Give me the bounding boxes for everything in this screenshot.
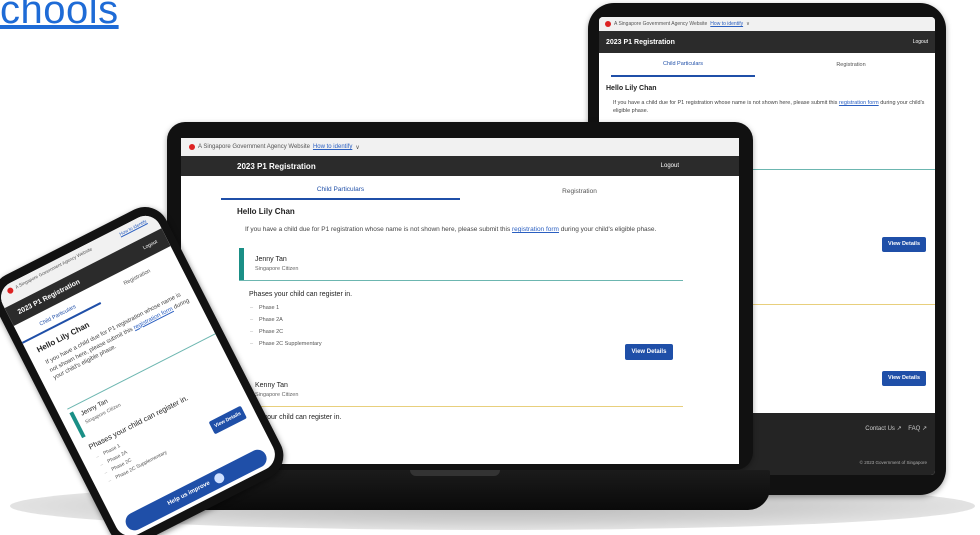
divider [239,406,683,407]
view-details-button[interactable]: View Details [882,237,926,252]
logout-link[interactable]: Logout [142,239,158,251]
app-title: 2023 P1 Registration [237,161,316,171]
note-text: If you have a child due for P1 registrat… [613,100,839,106]
logout-link[interactable]: Logout [913,39,928,45]
child-status: Singapore Citizen [255,266,299,272]
tab-bar: Child Particulars Registration [221,176,699,200]
child-status: Singapore Citizen [255,392,299,398]
lion-head-icon [6,286,15,295]
registration-form-link[interactable]: registration form [839,100,879,106]
how-to-identify-link[interactable]: How to identify [118,219,147,237]
logout-link[interactable]: Logout [661,163,679,169]
faq-link[interactable]: FAQ ↗ [908,426,927,432]
phase-item: Phase 2C [250,329,283,335]
gov-banner-text: A Singapore Government Agency Website [614,21,708,27]
child-card: Kenny Tan Singapore Citizen hases your c… [239,374,683,464]
copyright-text: © 2023 Government of Singapore [859,460,927,465]
greeting: Hello Lily Chan [237,207,295,216]
tab-child-particulars[interactable]: Child Particulars [611,53,755,77]
lion-head-icon [605,21,611,27]
gov-banner: A Singapore Government Agency Website Ho… [181,138,739,156]
view-details-button[interactable]: View Details [882,371,926,386]
lion-head-icon [189,144,195,150]
chevron-down-icon: ∨ [355,144,360,151]
phase-item: Phase 2A [250,317,283,323]
child-card-accent [239,248,244,280]
view-details-button[interactable]: View Details [208,405,247,435]
registration-note: If you have a child due for P1 registrat… [245,225,739,234]
tab-registration[interactable]: Registration [779,54,923,76]
tab-registration[interactable]: Registration [460,188,699,200]
child-name: Jenny Tan [255,256,287,263]
laptop-notch [410,470,500,476]
feedback-icon [212,471,227,485]
tab-child-particulars[interactable]: Child Particulars [221,186,460,200]
chevron-down-icon: ∨ [746,21,750,27]
contact-us-link[interactable]: Contact Us ↗ [865,426,901,432]
gov-banner: A Singapore Government Agency Website Ho… [599,17,935,31]
child-name: Kenny Tan [255,382,288,389]
gov-banner-text: A Singapore Government Agency Website [198,144,310,150]
app-title: 2023 P1 Registration [606,38,675,46]
registration-form-link[interactable]: registration form [512,226,559,233]
child-card: Jenny Tan Singapore Citizen Phases your … [239,248,683,368]
greeting: Hello Lily Chan [606,85,657,92]
app-bar: 2023 P1 Registration Logout [181,156,739,176]
help-us-improve-label: Help us improve [166,480,212,507]
how-to-identify-link[interactable]: How to identify [710,21,743,27]
registration-note: If you have a child due for P1 registrat… [613,100,925,116]
app-bar: 2023 P1 Registration Logout [599,31,935,53]
note-text-end: during your child's eligible phase. [558,226,657,233]
phase-item: Phase 2C Supplementary [250,341,322,347]
view-details-button[interactable]: View Details [625,344,673,360]
page-heading-link[interactable]: chools [0,0,119,33]
divider [239,280,683,281]
note-text: If you have a child due for P1 registrat… [245,226,513,233]
phases-heading: Phases your child can register in. [249,291,353,298]
tab-bar: Child Particulars Registration [599,53,935,77]
how-to-identify-link[interactable]: How to identify [313,144,352,150]
phase-item: Phase 1 [250,305,279,311]
footer-links: Contact Us ↗ FAQ ↗ [865,425,927,432]
